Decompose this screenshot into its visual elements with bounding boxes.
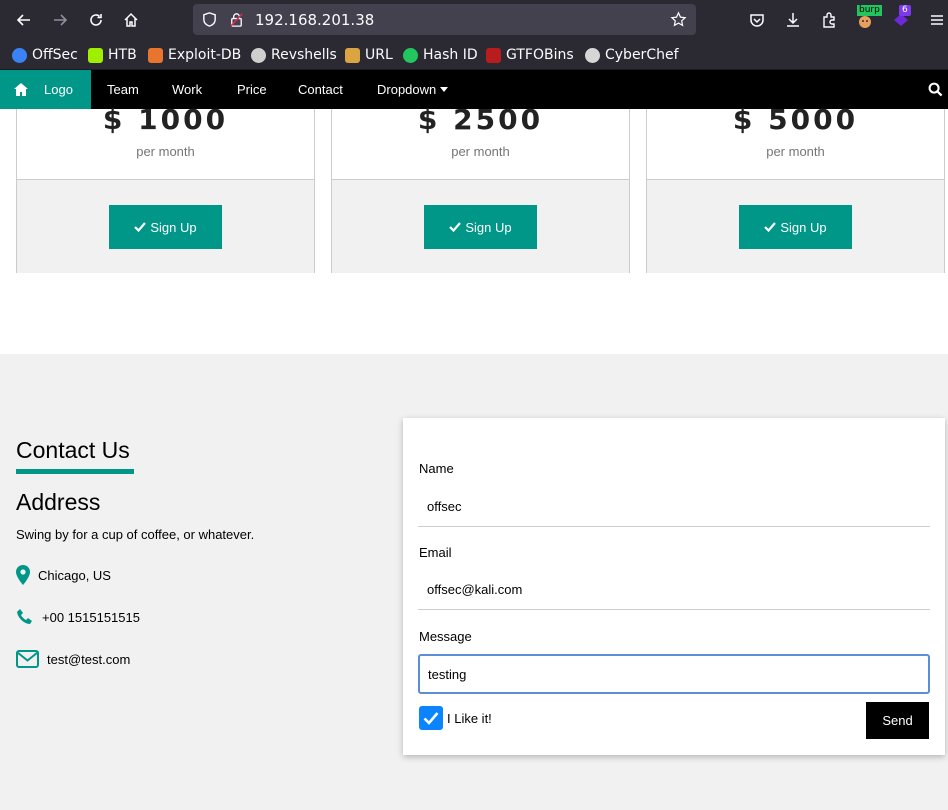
message-input[interactable]: [418, 654, 930, 694]
pocket-icon: [750, 14, 764, 27]
extensions-button[interactable]: [816, 7, 842, 33]
gtfobins-icon: [486, 47, 501, 63]
bookmark-url[interactable]: URL: [345, 46, 393, 64]
message-label: Message: [419, 629, 472, 644]
back-arrow-icon: [16, 14, 30, 26]
reload-icon: [90, 14, 102, 26]
price-period: per month: [136, 144, 195, 159]
pocket-button[interactable]: [744, 7, 770, 33]
check-icon: [764, 222, 777, 233]
burp-badge: burp: [857, 5, 882, 16]
price: $ 2500: [417, 103, 544, 136]
offsec-icon: [12, 47, 27, 63]
forward-button[interactable]: [47, 7, 73, 33]
url-bar[interactable]: 192.168.201.38: [193, 4, 696, 35]
skull-icon: [251, 47, 266, 63]
home-icon: [124, 12, 138, 27]
sign-up-button[interactable]: Sign Up: [739, 205, 852, 249]
browser-toolbar: 192.168.201.38 burp 6: [0, 0, 948, 39]
foxyproxy-button[interactable]: 6: [888, 5, 914, 33]
heading-underline: [16, 469, 134, 474]
home-button[interactable]: [118, 7, 144, 33]
contact-heading: Contact Us: [16, 437, 130, 463]
bookmarks-bar: OffSec HTB Exploit-DB Revshells URL Hash…: [0, 39, 948, 70]
bookmark-htb[interactable]: HTB: [88, 46, 137, 64]
bookmark-offsec[interactable]: OffSec: [12, 46, 78, 64]
price: $ 5000: [732, 103, 859, 136]
sign-up-button[interactable]: Sign Up: [109, 205, 222, 249]
map-marker-icon: [16, 565, 30, 585]
reload-button[interactable]: [83, 7, 109, 33]
email-input[interactable]: [418, 570, 930, 610]
page-content: $ 1000 per month Sign Up $ 2500 per mont…: [0, 103, 948, 810]
email-info: test@test.com: [16, 648, 130, 670]
htb-icon: [88, 47, 103, 63]
phone-info: +00 1515151515: [16, 606, 140, 628]
like-checkbox-label: I Like it!: [447, 711, 492, 726]
insecure-lock-icon[interactable]: [228, 11, 245, 28]
menu-button[interactable]: [924, 7, 948, 33]
hash-id-icon: [403, 47, 418, 63]
notification-count-badge: 6: [899, 5, 911, 16]
name-input[interactable]: [418, 487, 930, 527]
price-period: per month: [451, 144, 510, 159]
like-checkbox[interactable]: [419, 706, 443, 730]
bookmark-revshells[interactable]: Revshells: [251, 46, 337, 64]
search-button[interactable]: [928, 82, 944, 98]
download-icon: [787, 13, 799, 27]
bookmark-gtfobins[interactable]: GTFOBins: [486, 46, 574, 64]
contact-tagline: Swing by for a cup of coffee, or whateve…: [16, 527, 255, 542]
hamburger-menu-icon: [931, 15, 943, 25]
check-icon: [134, 222, 147, 233]
home-icon: [14, 83, 28, 96]
url-icon: [345, 47, 360, 63]
url-text[interactable]: 192.168.201.38: [255, 11, 374, 29]
address-heading: Address: [16, 489, 101, 515]
pricing-card: $ 2500 per month Sign Up: [331, 103, 630, 273]
phone-icon: [17, 609, 32, 624]
check-icon: [449, 222, 462, 233]
contact-form: Name Email Message I Like it! Send: [403, 418, 945, 755]
shield-icon[interactable]: [201, 11, 218, 28]
pricing-card: $ 5000 per month Sign Up: [646, 103, 945, 273]
pricing-card: $ 1000 per month Sign Up: [16, 103, 315, 273]
downloads-button[interactable]: [780, 7, 806, 33]
bookmark-exploit-db[interactable]: Exploit-DB: [148, 46, 241, 64]
burp-extension-button[interactable]: burp: [852, 5, 882, 33]
checkmark-icon: [423, 712, 439, 725]
email-label: Email: [419, 545, 452, 560]
bookmark-hash-id[interactable]: Hash ID: [403, 46, 478, 64]
price-period: per month: [766, 144, 825, 159]
back-button[interactable]: [11, 7, 37, 33]
exploit-db-icon: [148, 47, 163, 63]
forward-arrow-icon: [54, 14, 68, 26]
envelope-icon: [16, 650, 39, 668]
puzzle-icon: [823, 12, 835, 28]
send-button[interactable]: Send: [866, 702, 929, 739]
name-label: Name: [419, 461, 454, 476]
caret-down-icon: [440, 87, 449, 92]
pricing-section: $ 1000 per month Sign Up $ 2500 per mont…: [0, 103, 948, 354]
bookmark-cyberchef[interactable]: CyberChef: [585, 46, 679, 64]
price: $ 1000: [102, 103, 229, 136]
location-info: Chicago, US: [16, 564, 111, 586]
bookmark-star-icon[interactable]: [670, 11, 687, 28]
cyberchef-icon: [585, 47, 600, 63]
search-icon: [928, 82, 943, 97]
sign-up-button[interactable]: Sign Up: [424, 205, 537, 249]
